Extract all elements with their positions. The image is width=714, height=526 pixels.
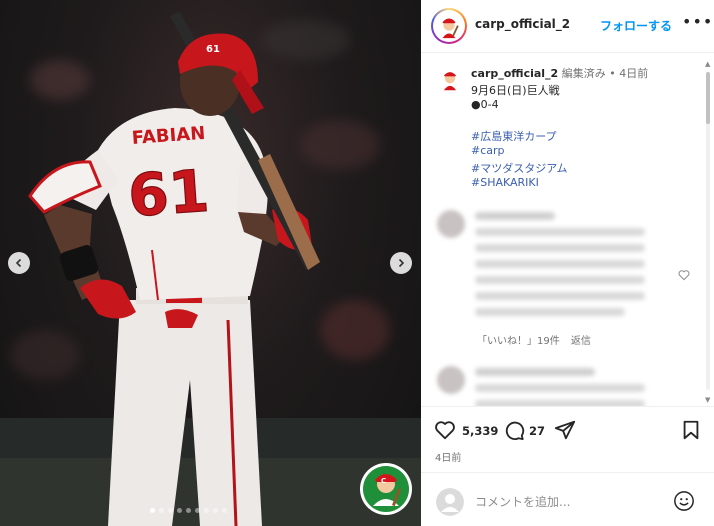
comments-scroll-area[interactable]: carp_official_2 編集済み • 4日前 9月6日(日)巨人戦 ●0… (421, 54, 714, 406)
caption-header: carp_official_2 編集済み • 4日前 (471, 65, 648, 81)
scrollbar[interactable]: ▲ ▼ (705, 60, 711, 406)
caption-line-score: ●0-4 (471, 98, 499, 111)
jersey-name: FABIAN (131, 123, 206, 149)
smiley-icon[interactable] (673, 490, 695, 512)
comment-likes[interactable]: 「いいね！」19件 (477, 336, 560, 347)
comment-text (475, 228, 645, 236)
instagram-post-window: FABIAN 61 61 C carp_official_2 フォローする ••… (0, 0, 714, 526)
comment-avatar[interactable] (437, 366, 465, 394)
comment-text (475, 244, 645, 252)
carousel-dot[interactable] (177, 508, 182, 513)
more-dots-icon[interactable]: ••• (682, 12, 713, 31)
carousel-dot[interactable] (204, 508, 209, 513)
svg-text:C: C (381, 477, 386, 485)
comment-text (475, 260, 645, 268)
carp-mascot-avatar-icon (437, 66, 463, 92)
carousel-dot[interactable] (213, 508, 218, 513)
jersey-lettering: FABIAN 61 61 (125, 44, 220, 231)
separator-dot: • (609, 67, 616, 80)
chevron-left-icon[interactable] (8, 252, 30, 274)
post-actions: 5,339 27 4日前 (421, 406, 714, 470)
post-photo[interactable]: FABIAN 61 61 C (0, 0, 421, 526)
carp-mascot-avatar-icon (435, 12, 463, 40)
hashtag-link[interactable]: #SHAKARIKI (471, 176, 539, 189)
hashtag-link[interactable]: #マツダスタジアム (471, 160, 567, 176)
heart-icon[interactable] (434, 419, 456, 441)
carousel-dot[interactable] (168, 508, 173, 513)
chevron-right-icon[interactable] (390, 252, 412, 274)
post-header: carp_official_2 フォローする ••• (421, 0, 714, 53)
bookmark-icon[interactable] (680, 419, 702, 441)
carousel-dot[interactable] (159, 508, 164, 513)
avatar[interactable] (431, 8, 467, 44)
edited-label: 編集済み (561, 67, 606, 80)
comment-input[interactable] (475, 491, 665, 513)
caption-line-game: 9月6日(日)巨人戦 (471, 84, 560, 97)
scrollbar-thumb[interactable] (706, 72, 710, 124)
caption-username[interactable]: carp_official_2 (471, 67, 558, 80)
carousel-dot[interactable] (150, 508, 155, 513)
caption-time: 4日前 (619, 67, 649, 80)
hashtag-link[interactable]: #carp (471, 144, 505, 157)
comment-avatar[interactable] (437, 210, 465, 238)
comment-text (475, 292, 645, 300)
comment-text (475, 276, 645, 284)
follow-button[interactable]: フォローする (600, 17, 672, 34)
post-side-panel: carp_official_2 フォローする ••• carp_official… (421, 0, 714, 526)
comment-heart-icon[interactable] (677, 268, 691, 282)
scroll-up-icon[interactable]: ▲ (705, 60, 710, 68)
comment-text (475, 308, 625, 316)
comment-composer (421, 472, 714, 526)
comment-meta: 「いいね！」19件 返信 (477, 332, 599, 347)
current-user-avatar (436, 488, 464, 516)
like-count[interactable]: 5,339 (462, 424, 498, 438)
carousel-dot[interactable] (195, 508, 200, 513)
carousel-dot[interactable] (186, 508, 191, 513)
comment-count[interactable]: 27 (529, 424, 545, 438)
comment-text (475, 212, 555, 220)
comment-bubble-icon[interactable] (503, 419, 525, 441)
carousel-dot[interactable] (222, 508, 227, 513)
caption-avatar[interactable] (437, 66, 463, 92)
default-user-icon (436, 488, 464, 516)
carousel-dots (150, 508, 227, 513)
reply-button[interactable]: 返信 (571, 336, 591, 347)
header-username[interactable]: carp_official_2 (475, 17, 570, 31)
scroll-down-icon[interactable]: ▼ (705, 396, 710, 404)
jersey-number: 61 (126, 157, 211, 230)
hashtag-link[interactable]: #広島東洋カープ (471, 128, 557, 144)
comment-text (475, 368, 595, 376)
paper-plane-icon[interactable] (554, 419, 576, 441)
comment-text (475, 384, 645, 392)
helmet-number: 61 (206, 44, 220, 55)
post-date: 4日前 (435, 453, 462, 464)
carp-logo-badge: C (360, 463, 412, 515)
